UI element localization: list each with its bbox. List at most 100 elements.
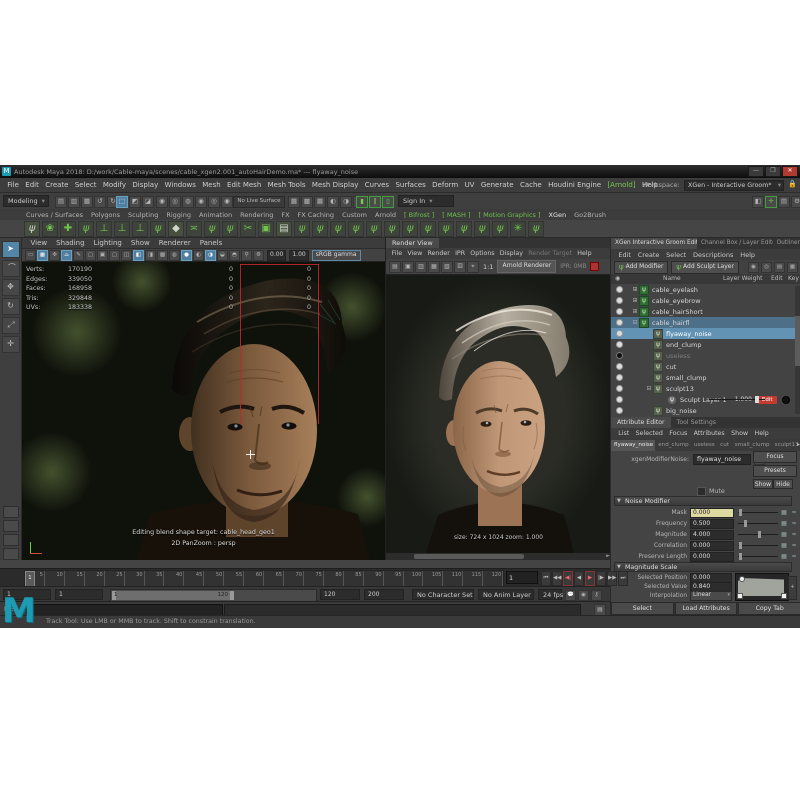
add-modifier-button[interactable]: ψAdd Modifier xyxy=(614,261,668,274)
map-texture-icon[interactable]: ▦ xyxy=(780,531,788,538)
menu-item[interactable]: Mesh xyxy=(199,181,224,189)
render-view-menu-item[interactable]: View xyxy=(405,250,425,257)
param-slider[interactable] xyxy=(738,520,778,527)
xgen-shelf-icon[interactable]: ψ xyxy=(150,221,166,237)
tool-icon[interactable]: ✛ xyxy=(2,336,20,353)
node-tab[interactable]: sculpt13 xyxy=(772,440,800,451)
attribute-editor-menu-item[interactable]: Focus xyxy=(666,430,690,437)
param-value-field[interactable]: 0.000 xyxy=(690,552,734,562)
render-toolbar-icon[interactable]: ▦ xyxy=(288,196,300,208)
renderer-dropdown[interactable]: Arnold Renderer xyxy=(497,260,556,273)
view-transform-dropdown[interactable]: sRGB gamma xyxy=(312,250,361,261)
viewport-toolbar-icon[interactable]: ◑ xyxy=(205,250,216,261)
shelf-tab[interactable]: Arnold xyxy=(371,211,400,219)
snap-icon[interactable]: ◎ xyxy=(169,196,181,208)
viewport-toolbar-icon[interactable]: ◍ xyxy=(169,250,180,261)
fps-dropdown[interactable]: 24 fps xyxy=(538,589,562,600)
param-slider[interactable] xyxy=(738,531,778,538)
render-view-tab[interactable]: Render View xyxy=(386,238,439,248)
viewport-menu-item[interactable]: Shading xyxy=(52,239,89,247)
viewport-toolbar-icon[interactable]: ◫ xyxy=(121,250,132,261)
playback-button[interactable]: ▶▶ xyxy=(607,571,617,586)
xgen-shelf-icon[interactable]: ψ xyxy=(474,221,490,237)
viewport-menu-item[interactable]: Lighting xyxy=(89,239,126,247)
attribute-editor-tab[interactable]: Tool Settings xyxy=(671,417,722,428)
tree-row[interactable]: ψ cut xyxy=(611,361,800,372)
panel-tab[interactable]: XGen Interactive Groom Editor xyxy=(611,238,697,249)
tree-row[interactable]: ψ cable_eyebrow xyxy=(611,295,800,306)
selection-mode-icon[interactable]: ◩ xyxy=(129,196,141,208)
tree-row[interactable]: ψ cable_hairShort xyxy=(611,306,800,317)
shelf-tab[interactable]: XGen xyxy=(545,211,571,219)
layer-weight-slider[interactable] xyxy=(709,399,765,400)
tree-row[interactable]: ψ sculpt13 xyxy=(611,383,800,394)
layout-two-pane-icon[interactable] xyxy=(3,520,19,532)
exposure-field[interactable]: 0.00 xyxy=(267,250,286,261)
shelf-tab[interactable]: [ MASH ] xyxy=(438,211,474,219)
animation-end-field[interactable]: 200 xyxy=(364,589,404,600)
xgen-shelf-icon[interactable]: ⊥ xyxy=(114,221,130,237)
sidebar-toggle-icon[interactable]: ⚙ xyxy=(791,196,800,208)
focus-button[interactable]: Focus xyxy=(753,451,797,463)
snap-icon[interactable]: ◉ xyxy=(156,196,168,208)
param-slider[interactable] xyxy=(738,509,778,516)
map-texture-icon[interactable]: ▦ xyxy=(780,520,788,527)
shelf-tab[interactable]: Go2Brush xyxy=(570,211,610,219)
render-view-toolbar-icon[interactable]: ▧ xyxy=(441,261,453,273)
time-slider[interactable]: 5101520253035404550556065707580859095100… xyxy=(0,568,610,587)
expand-toggle-icon[interactable] xyxy=(631,286,639,293)
xgen-shelf-icon[interactable]: ⊥ xyxy=(132,221,148,237)
node-label[interactable]: flyaway_noise xyxy=(666,330,712,338)
menu-item[interactable]: UV xyxy=(461,181,477,189)
viewport-toolbar-icon[interactable]: ◓ xyxy=(229,250,240,261)
maximize-button[interactable]: ❐ xyxy=(765,166,781,177)
tree-vscrollbar[interactable] xyxy=(795,286,800,414)
groom-editor-mini-icon[interactable]: ▦ xyxy=(787,262,798,273)
xgen-shelf-icon[interactable]: ψ xyxy=(492,221,508,237)
visibility-dot-icon[interactable] xyxy=(616,319,623,326)
param-value-field[interactable]: 0.000 xyxy=(690,541,734,551)
shelf-tab[interactable]: Polygons xyxy=(87,211,124,219)
viewport-toolbar-icon[interactable]: ✎ xyxy=(73,250,84,261)
attribute-editor-tab[interactable]: Attribute Editor xyxy=(611,417,671,428)
range-slider[interactable]: 1 1 1 120 120 200 No Character Set No An… xyxy=(0,586,610,602)
shelf-tab[interactable]: Sculpting xyxy=(124,211,162,219)
render-view-hscrollbar[interactable]: ► xyxy=(386,553,611,560)
viewport-menu-item[interactable]: View xyxy=(26,239,52,247)
xgen-shelf-icon[interactable]: ψ xyxy=(204,221,220,237)
slider-handle[interactable] xyxy=(739,509,742,516)
anim-layer-dropdown[interactable]: No Anim Layer xyxy=(478,589,534,600)
gamma-field[interactable]: 1.00 xyxy=(289,250,308,261)
sidebar-toggle-icon[interactable]: ◧ xyxy=(752,196,764,208)
node-label[interactable]: useless xyxy=(666,352,690,360)
menu-item[interactable]: Curves xyxy=(362,181,393,189)
playback-button[interactable]: ◀◀ xyxy=(552,571,562,586)
show-button[interactable]: Show xyxy=(753,479,773,489)
viewport-toolbar-icon[interactable]: ▦ xyxy=(37,250,48,261)
groom-editor-mini-icon[interactable]: ◎ xyxy=(761,262,772,273)
xgen-shelf-icon[interactable]: ⊥ xyxy=(96,221,112,237)
scrollbar-thumb[interactable] xyxy=(795,316,800,366)
shelf-tab[interactable]: Rendering xyxy=(236,211,277,219)
xgen-shelf-icon[interactable]: ✂ xyxy=(240,221,256,237)
node-tab[interactable]: small_clump xyxy=(732,440,772,451)
xgen-shelf-icon[interactable]: ψ xyxy=(222,221,238,237)
tree-row[interactable]: ψ big_noise xyxy=(611,405,800,416)
menu-item[interactable]: Mesh Tools xyxy=(264,181,308,189)
xgen-shelf-icon[interactable]: ψ xyxy=(78,221,94,237)
expand-toggle-icon[interactable] xyxy=(631,319,639,326)
xgen-shelf-icon[interactable]: ▣ xyxy=(258,221,274,237)
shelf-tab[interactable]: [ Motion Graphics ] xyxy=(475,211,545,219)
xgen-shelf-icon[interactable]: ✳ xyxy=(510,221,526,237)
visibility-dot-icon[interactable] xyxy=(616,330,623,337)
select-footer-button[interactable]: Select xyxy=(611,602,674,615)
groom-editor-menu-item[interactable]: Descriptions xyxy=(690,251,737,259)
xgen-shelf-icon[interactable]: ψ xyxy=(528,221,544,237)
tree-row[interactable]: ψ Sculpt Layer 1 1.000 Edit xyxy=(611,394,800,405)
tool-icon[interactable]: ⌒ xyxy=(2,260,20,277)
render-toolbar-icon[interactable]: ▩ xyxy=(301,196,313,208)
no-live-surface-button[interactable]: No Live Surface xyxy=(233,196,285,208)
copy-tab-button[interactable]: Copy Tab xyxy=(738,602,800,615)
render-toolbar-icon[interactable]: ◐ xyxy=(327,196,339,208)
menu-item[interactable]: Surfaces xyxy=(392,181,429,189)
